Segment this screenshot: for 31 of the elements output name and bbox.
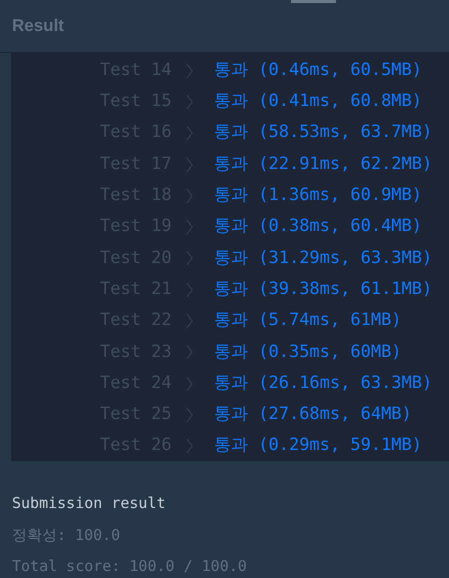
summary-title: Submission result — [12, 493, 167, 514]
total-score-text: Total score: 100.0 / 100.0 — [12, 556, 248, 577]
chevron-icon — [186, 250, 193, 266]
test-result: 통과 (27.68ms, 64MB) — [214, 403, 412, 426]
test-result: 통과 (39.38ms, 61.1MB) — [214, 278, 432, 301]
test-result: 통과 (5.74ms, 61MB) — [214, 309, 402, 332]
chevron-icon — [186, 282, 193, 298]
chevron-icon — [186, 438, 193, 454]
chevron-icon — [186, 188, 193, 204]
test-result: 통과 (0.38ms, 60.4MB) — [214, 215, 422, 238]
accuracy-text: 정확성: 100.0 — [12, 524, 122, 546]
chevron-icon — [186, 156, 193, 173]
test-result: 통과 (0.35ms, 60MB) — [214, 340, 402, 364]
chevron-icon — [186, 344, 193, 360]
chevron-icon — [186, 313, 193, 330]
test-result: 통과 (0.46ms, 60.5MB) — [214, 58, 422, 82]
test-result: 통과 (0.29ms, 59.1MB) — [214, 434, 422, 458]
chevron-icon — [186, 94, 193, 110]
chevron-icon — [186, 125, 193, 142]
chevron-icon — [186, 219, 193, 236]
chevron-icon — [186, 62, 193, 79]
chevron-icon — [186, 406, 193, 423]
test-result: 통과 (58.53ms, 63.7MB) — [214, 121, 432, 144]
test-result: 통과 (0.41ms, 60.8MB) — [214, 90, 422, 114]
test-result: 통과 (22.91ms, 62.2MB) — [214, 152, 432, 176]
test-result: 통과 (26.16ms, 63.3MB) — [214, 372, 432, 395]
panel-title: Result — [12, 15, 64, 38]
test-result: 통과 (1.36ms, 60.9MB) — [214, 184, 422, 208]
chevron-icon — [186, 376, 193, 392]
test-result: 통과 (31.29ms, 63.3MB) — [214, 246, 432, 270]
tab-indicator — [291, 0, 336, 3]
